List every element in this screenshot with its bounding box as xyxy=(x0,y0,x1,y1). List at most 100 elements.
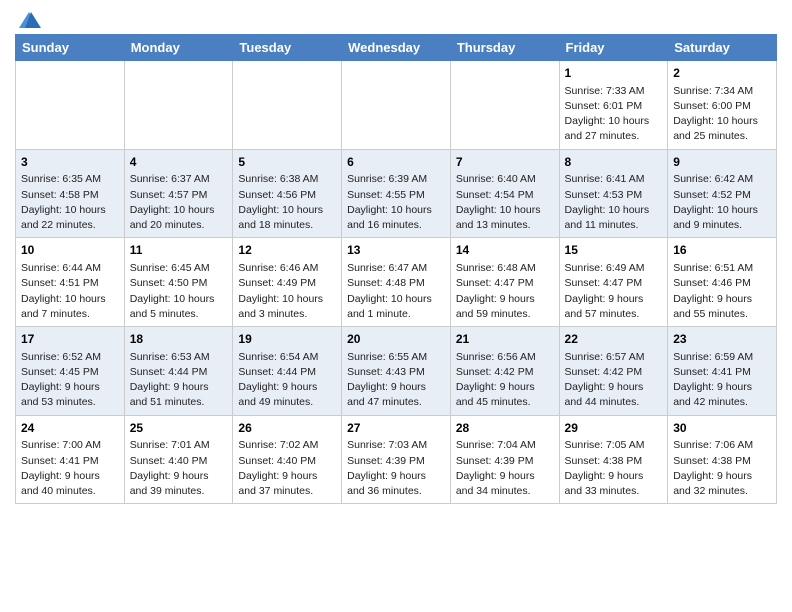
day-number: 4 xyxy=(130,154,228,171)
day-number: 3 xyxy=(21,154,119,171)
day-number: 21 xyxy=(456,331,554,348)
day-info: Sunrise: 6:56 AM Sunset: 4:42 PM Dayligh… xyxy=(456,350,554,411)
day-info: Sunrise: 6:57 AM Sunset: 4:42 PM Dayligh… xyxy=(565,350,663,411)
day-info: Sunrise: 7:00 AM Sunset: 4:41 PM Dayligh… xyxy=(21,438,119,499)
calendar-cell: 2 Sunrise: 7:34 AM Sunset: 6:00 PM Daylig… xyxy=(668,61,777,150)
day-number: 30 xyxy=(673,420,771,437)
calendar-table: SundayMondayTuesdayWednesdayThursdayFrid… xyxy=(15,34,777,504)
day-info: Sunrise: 7:34 AM Sunset: 6:00 PM Dayligh… xyxy=(673,84,771,145)
calendar-cell: 20 Sunrise: 6:55 AM Sunset: 4:43 PM Dayli… xyxy=(342,327,451,416)
day-info: Sunrise: 6:55 AM Sunset: 4:43 PM Dayligh… xyxy=(347,350,445,411)
day-info: Sunrise: 7:02 AM Sunset: 4:40 PM Dayligh… xyxy=(238,438,336,499)
calendar-cell: 11 Sunrise: 6:45 AM Sunset: 4:50 PM Dayli… xyxy=(124,238,233,327)
day-info: Sunrise: 7:04 AM Sunset: 4:39 PM Dayligh… xyxy=(456,438,554,499)
day-info: Sunrise: 7:01 AM Sunset: 4:40 PM Dayligh… xyxy=(130,438,228,499)
calendar-cell xyxy=(233,61,342,150)
day-info: Sunrise: 6:35 AM Sunset: 4:58 PM Dayligh… xyxy=(21,172,119,233)
day-number: 14 xyxy=(456,242,554,259)
weekday-header-friday: Friday xyxy=(559,35,668,61)
calendar-cell xyxy=(16,61,125,150)
day-number: 29 xyxy=(565,420,663,437)
day-info: Sunrise: 6:38 AM Sunset: 4:56 PM Dayligh… xyxy=(238,172,336,233)
day-number: 20 xyxy=(347,331,445,348)
day-info: Sunrise: 6:42 AM Sunset: 4:52 PM Dayligh… xyxy=(673,172,771,233)
day-number: 15 xyxy=(565,242,663,259)
calendar-week-2: 3Sunrise: 6:35 AM Sunset: 4:58 PM Daylig… xyxy=(16,149,777,238)
calendar-week-1: 1Sunrise: 7:33 AM Sunset: 6:01 PM Daylig… xyxy=(16,61,777,150)
weekday-header-tuesday: Tuesday xyxy=(233,35,342,61)
day-info: Sunrise: 6:54 AM Sunset: 4:44 PM Dayligh… xyxy=(238,350,336,411)
day-number: 27 xyxy=(347,420,445,437)
calendar-cell: 27Sunrise: 7:03 AM Sunset: 4:39 PM Dayli… xyxy=(342,415,451,504)
day-number: 2 xyxy=(673,65,771,82)
calendar-cell: 5Sunrise: 6:38 AM Sunset: 4:56 PM Daylig… xyxy=(233,149,342,238)
day-info: Sunrise: 6:37 AM Sunset: 4:57 PM Dayligh… xyxy=(130,172,228,233)
calendar-cell: 1Sunrise: 7:33 AM Sunset: 6:01 PM Daylig… xyxy=(559,61,668,150)
calendar-cell: 16 Sunrise: 6:51 AM Sunset: 4:46 PM Dayli… xyxy=(668,238,777,327)
logo xyxy=(15,10,41,26)
day-info: Sunrise: 6:40 AM Sunset: 4:54 PM Dayligh… xyxy=(456,172,554,233)
page-container: SundayMondayTuesdayWednesdayThursdayFrid… xyxy=(0,0,792,514)
day-number: 6 xyxy=(347,154,445,171)
logo-icon xyxy=(17,10,41,30)
day-number: 9 xyxy=(673,154,771,171)
day-number: 18 xyxy=(130,331,228,348)
day-info: Sunrise: 6:45 AM Sunset: 4:50 PM Dayligh… xyxy=(130,261,228,322)
day-number: 13 xyxy=(347,242,445,259)
calendar-cell: 18 Sunrise: 6:53 AM Sunset: 4:44 PM Dayli… xyxy=(124,327,233,416)
day-number: 26 xyxy=(238,420,336,437)
weekday-header-monday: Monday xyxy=(124,35,233,61)
day-info: Sunrise: 6:51 AM Sunset: 4:46 PM Dayligh… xyxy=(673,261,771,322)
day-info: Sunrise: 6:53 AM Sunset: 4:44 PM Dayligh… xyxy=(130,350,228,411)
day-number: 17 xyxy=(21,331,119,348)
day-number: 10 xyxy=(21,242,119,259)
calendar-cell: 24Sunrise: 7:00 AM Sunset: 4:41 PM Dayli… xyxy=(16,415,125,504)
day-number: 11 xyxy=(130,242,228,259)
logo-text xyxy=(15,10,41,30)
calendar-header-row: SundayMondayTuesdayWednesdayThursdayFrid… xyxy=(16,35,777,61)
day-info: Sunrise: 6:47 AM Sunset: 4:48 PM Dayligh… xyxy=(347,261,445,322)
day-number: 23 xyxy=(673,331,771,348)
calendar-cell: 25Sunrise: 7:01 AM Sunset: 4:40 PM Dayli… xyxy=(124,415,233,504)
calendar-cell: 22 Sunrise: 6:57 AM Sunset: 4:42 PM Dayli… xyxy=(559,327,668,416)
calendar-cell: 23 Sunrise: 6:59 AM Sunset: 4:41 PM Dayli… xyxy=(668,327,777,416)
calendar-cell: 8Sunrise: 6:41 AM Sunset: 4:53 PM Daylig… xyxy=(559,149,668,238)
day-number: 5 xyxy=(238,154,336,171)
day-number: 25 xyxy=(130,420,228,437)
calendar-cell: 3Sunrise: 6:35 AM Sunset: 4:58 PM Daylig… xyxy=(16,149,125,238)
calendar-cell xyxy=(124,61,233,150)
calendar-cell: 6Sunrise: 6:39 AM Sunset: 4:55 PM Daylig… xyxy=(342,149,451,238)
calendar-cell: 17 Sunrise: 6:52 AM Sunset: 4:45 PM Dayli… xyxy=(16,327,125,416)
calendar-cell: 29Sunrise: 7:05 AM Sunset: 4:38 PM Dayli… xyxy=(559,415,668,504)
weekday-header-sunday: Sunday xyxy=(16,35,125,61)
day-info: Sunrise: 7:33 AM Sunset: 6:01 PM Dayligh… xyxy=(565,84,663,145)
calendar-cell: 4Sunrise: 6:37 AM Sunset: 4:57 PM Daylig… xyxy=(124,149,233,238)
weekday-header-saturday: Saturday xyxy=(668,35,777,61)
day-number: 7 xyxy=(456,154,554,171)
day-info: Sunrise: 6:41 AM Sunset: 4:53 PM Dayligh… xyxy=(565,172,663,233)
day-number: 22 xyxy=(565,331,663,348)
calendar-cell xyxy=(450,61,559,150)
calendar-cell: 13 Sunrise: 6:47 AM Sunset: 4:48 PM Dayli… xyxy=(342,238,451,327)
day-info: Sunrise: 6:52 AM Sunset: 4:45 PM Dayligh… xyxy=(21,350,119,411)
calendar-cell xyxy=(342,61,451,150)
calendar-cell: 26Sunrise: 7:02 AM Sunset: 4:40 PM Dayli… xyxy=(233,415,342,504)
weekday-header-wednesday: Wednesday xyxy=(342,35,451,61)
calendar-cell: 10 Sunrise: 6:44 AM Sunset: 4:51 PM Dayli… xyxy=(16,238,125,327)
day-info: Sunrise: 6:59 AM Sunset: 4:41 PM Dayligh… xyxy=(673,350,771,411)
calendar-cell: 9Sunrise: 6:42 AM Sunset: 4:52 PM Daylig… xyxy=(668,149,777,238)
day-info: Sunrise: 7:06 AM Sunset: 4:38 PM Dayligh… xyxy=(673,438,771,499)
day-number: 12 xyxy=(238,242,336,259)
calendar-cell: 21 Sunrise: 6:56 AM Sunset: 4:42 PM Dayli… xyxy=(450,327,559,416)
day-number: 8 xyxy=(565,154,663,171)
day-info: Sunrise: 7:05 AM Sunset: 4:38 PM Dayligh… xyxy=(565,438,663,499)
day-info: Sunrise: 7:03 AM Sunset: 4:39 PM Dayligh… xyxy=(347,438,445,499)
calendar-week-3: 10 Sunrise: 6:44 AM Sunset: 4:51 PM Dayli… xyxy=(16,238,777,327)
day-info: Sunrise: 6:39 AM Sunset: 4:55 PM Dayligh… xyxy=(347,172,445,233)
day-info: Sunrise: 6:49 AM Sunset: 4:47 PM Dayligh… xyxy=(565,261,663,322)
day-info: Sunrise: 6:44 AM Sunset: 4:51 PM Dayligh… xyxy=(21,261,119,322)
calendar-cell: 15 Sunrise: 6:49 AM Sunset: 4:47 PM Dayli… xyxy=(559,238,668,327)
day-info: Sunrise: 6:46 AM Sunset: 4:49 PM Dayligh… xyxy=(238,261,336,322)
calendar-cell: 12 Sunrise: 6:46 AM Sunset: 4:49 PM Dayli… xyxy=(233,238,342,327)
day-number: 16 xyxy=(673,242,771,259)
